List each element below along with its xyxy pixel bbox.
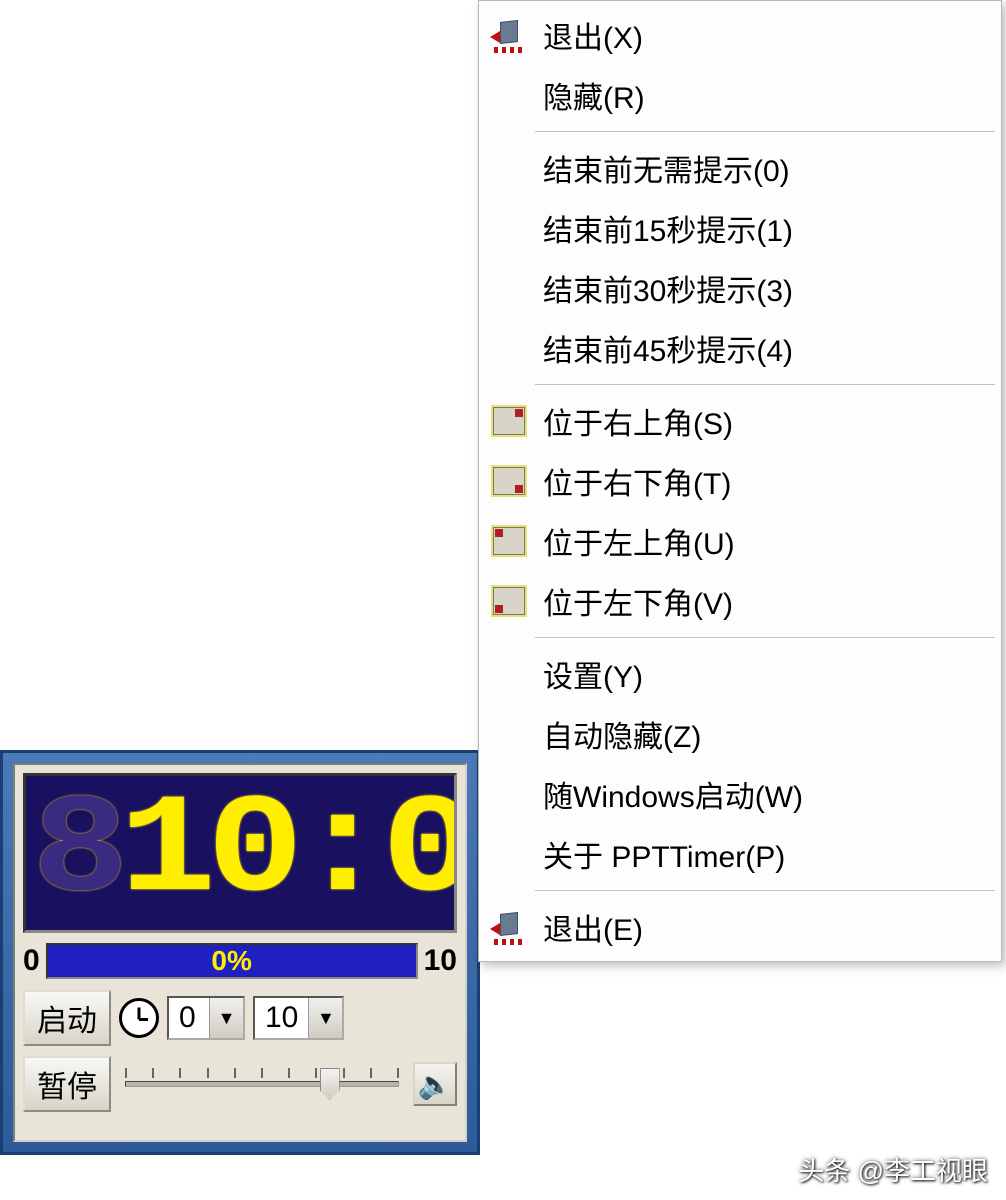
menu-label: 退出(E) xyxy=(543,905,643,949)
progress-bar[interactable]: 0% xyxy=(46,943,418,979)
menu-settings[interactable]: 设置(Y) xyxy=(481,644,999,704)
led-display: 810:00 xyxy=(23,773,457,933)
menu-remind-0[interactable]: 结束前无需提示(0) xyxy=(481,138,999,198)
menu-label: 位于右下角(T) xyxy=(543,459,731,503)
menu-separator xyxy=(535,890,995,891)
menu-pos-top-right[interactable]: 位于右上角(S) xyxy=(481,391,999,451)
spacer-icon xyxy=(485,656,533,692)
menu-label: 位于左下角(V) xyxy=(543,579,733,623)
spacer-icon xyxy=(485,330,533,366)
timer-panel: 810:00 0 0% 10 启动 0 ▼ 10 ▼ 暂停 xyxy=(13,763,467,1142)
exit-icon xyxy=(485,909,533,945)
spacer-icon xyxy=(485,150,533,186)
menu-label: 结束前无需提示(0) xyxy=(543,146,790,190)
volume-slider[interactable] xyxy=(125,1066,399,1102)
watermark: 头条 @李工视眼 xyxy=(798,1151,988,1188)
slider-thumb[interactable] xyxy=(320,1068,340,1100)
menu-autohide[interactable]: 自动隐藏(Z) xyxy=(481,704,999,764)
menu-pos-bottom-right[interactable]: 位于右下角(T) xyxy=(481,451,999,511)
spacer-icon xyxy=(485,77,533,113)
menu-label: 设置(Y) xyxy=(543,652,643,696)
corner-top-left-icon xyxy=(485,523,533,559)
menu-separator xyxy=(535,131,995,132)
led-time: 810:00 xyxy=(32,783,457,923)
menu-separator xyxy=(535,637,995,638)
spacer-icon xyxy=(485,836,533,872)
context-menu: 退出(X) 隐藏(R) 结束前无需提示(0) 结束前15秒提示(1) 结束前30… xyxy=(478,0,1002,962)
slider-track xyxy=(125,1081,399,1087)
spacer-icon xyxy=(485,776,533,812)
menu-remind-15[interactable]: 结束前15秒提示(1) xyxy=(481,198,999,258)
spacer-icon xyxy=(485,270,533,306)
menu-hide[interactable]: 隐藏(R) xyxy=(481,65,999,125)
hours-combo[interactable]: 0 ▼ xyxy=(167,996,245,1040)
progress-max: 10 xyxy=(424,944,457,978)
corner-top-right-icon xyxy=(485,403,533,439)
chevron-down-icon[interactable]: ▼ xyxy=(308,998,342,1038)
chevron-down-icon[interactable]: ▼ xyxy=(209,998,243,1038)
progress-row: 0 0% 10 xyxy=(23,941,457,981)
menu-label: 关于 PPTTimer(P) xyxy=(543,832,785,876)
menu-label: 位于右上角(S) xyxy=(543,399,733,443)
menu-pos-top-left[interactable]: 位于左上角(U) xyxy=(481,511,999,571)
progress-min: 0 xyxy=(23,944,40,978)
clock-icon xyxy=(119,998,159,1038)
menu-exit-x[interactable]: 退出(X) xyxy=(481,5,999,65)
menu-label: 位于左上角(U) xyxy=(543,519,735,563)
timer-window: 810:00 0 0% 10 启动 0 ▼ 10 ▼ 暂停 xyxy=(0,750,480,1155)
progress-value: 0% xyxy=(211,945,251,977)
hours-value: 0 xyxy=(169,1001,209,1035)
pause-button[interactable]: 暂停 xyxy=(23,1056,111,1112)
menu-pos-bottom-left[interactable]: 位于左下角(V) xyxy=(481,571,999,631)
menu-remind-45[interactable]: 结束前45秒提示(4) xyxy=(481,318,999,378)
menu-label: 随Windows启动(W) xyxy=(543,772,803,816)
controls-row: 启动 0 ▼ 10 ▼ xyxy=(23,989,457,1047)
minutes-combo[interactable]: 10 ▼ xyxy=(253,996,344,1040)
corner-bottom-right-icon xyxy=(485,463,533,499)
menu-separator xyxy=(535,384,995,385)
minutes-value: 10 xyxy=(255,1001,308,1035)
spacer-icon xyxy=(485,716,533,752)
menu-label: 结束前30秒提示(3) xyxy=(543,266,793,310)
menu-label: 隐藏(R) xyxy=(543,73,645,117)
menu-label: 结束前15秒提示(1) xyxy=(543,206,793,250)
menu-remind-30[interactable]: 结束前30秒提示(3) xyxy=(481,258,999,318)
menu-winstart[interactable]: 随Windows启动(W) xyxy=(481,764,999,824)
menu-exit-e[interactable]: 退出(E) xyxy=(481,897,999,957)
menu-label: 结束前45秒提示(4) xyxy=(543,326,793,370)
speaker-icon[interactable]: 🔈 xyxy=(413,1062,457,1106)
start-button[interactable]: 启动 xyxy=(23,990,111,1046)
slider-ticks xyxy=(125,1068,399,1080)
corner-bottom-left-icon xyxy=(485,583,533,619)
menu-about[interactable]: 关于 PPTTimer(P) xyxy=(481,824,999,884)
menu-label: 退出(X) xyxy=(543,13,643,57)
pause-row: 暂停 🔈 xyxy=(23,1055,457,1113)
exit-icon xyxy=(485,17,533,53)
spacer-icon xyxy=(485,210,533,246)
menu-label: 自动隐藏(Z) xyxy=(543,712,701,756)
